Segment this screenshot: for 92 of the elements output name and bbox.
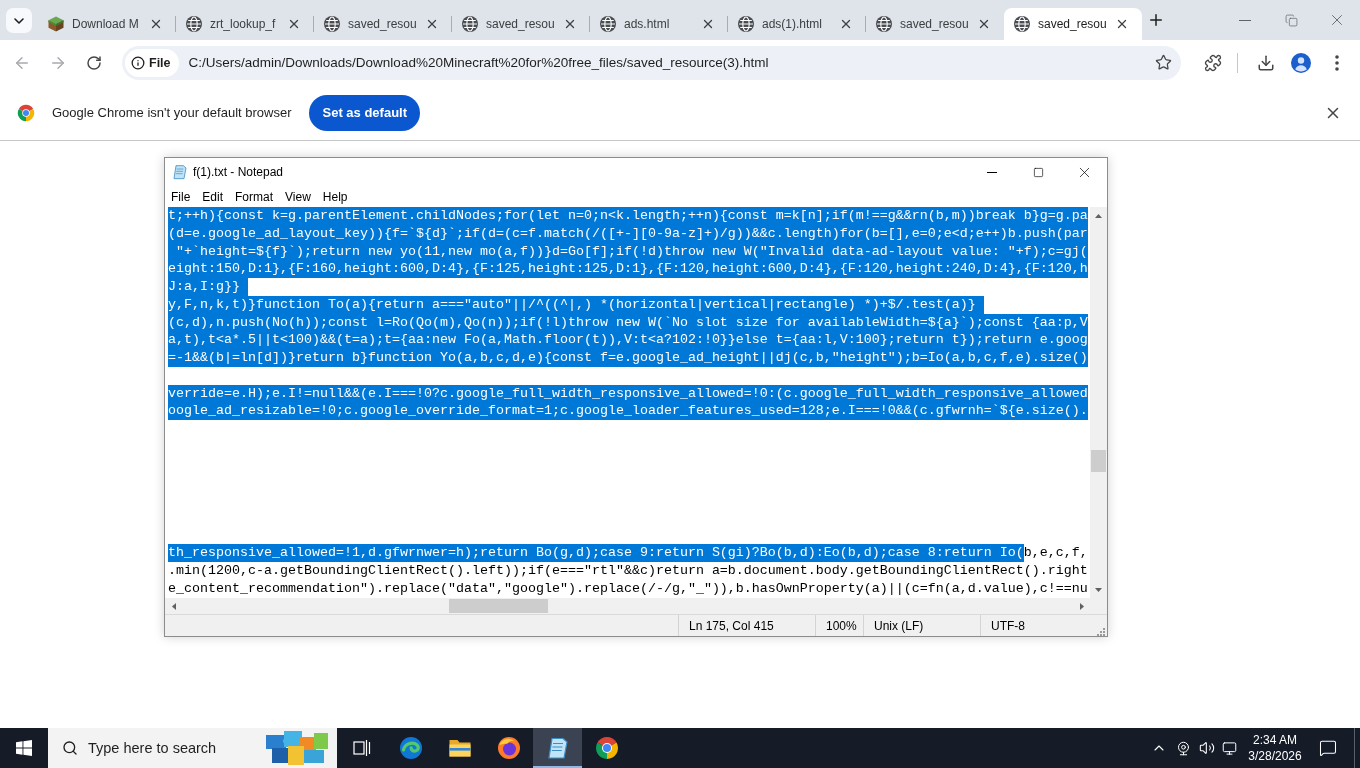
right-arrow-icon [1079, 602, 1084, 610]
globe-icon [1014, 16, 1030, 32]
flame-logo-icon [496, 736, 521, 760]
clock-time[interactable]: 2:34 AM [1253, 732, 1297, 748]
search-field[interactable]: Type here to search [88, 737, 260, 759]
message-icon [1319, 739, 1337, 757]
code-text: e_content_recommendation").replace("data","google").replace(/-/g,"_")),b.hasOwnProperty(a)||(c=fn(a,d.value),c!==nu [168, 579, 1088, 598]
menu-item[interactable]: Edit [196, 186, 230, 207]
close-icon [1115, 17, 1129, 31]
resize-grip-icon [1095, 626, 1105, 636]
code-text: oogle_ad_resizable=!0;c.google_override_format=1;c.google_loader_features_used=128;e.I===!0&&(c.gfwrnh=`${e.size(). [168, 402, 1088, 420]
browser-tab[interactable]: ads.html [590, 8, 728, 40]
up-arrow-icon [1095, 213, 1102, 218]
window-title: f(1).txt - Notepad [193, 165, 284, 179]
browser-tab[interactable]: saved_resou [866, 8, 1004, 40]
notepad-icon [172, 164, 188, 180]
grass-block-icon [48, 16, 64, 32]
close-icon [287, 17, 301, 31]
download-icon [1257, 53, 1275, 72]
maximize-icon [1032, 166, 1044, 178]
status-text: UTF-8 [980, 615, 1095, 636]
info-icon [131, 55, 145, 70]
speaker-icon [1198, 740, 1215, 756]
code-text: a,t),t<a*.5||t<100)&&(t=a);t={aa:new Fo(a,Math.floor(t)),V:t<a?102:!0}}else t={aa:l,V:100};return t});return e.goog [168, 331, 1088, 349]
code-text: verride=e.H);e.I!=null&&(e.I===!0?c.google_full_width_responsive_allowed=!0:(c.google_full_width_responsive_allowed [168, 384, 1088, 403]
swirl-logo-icon [398, 736, 423, 760]
left-arrow-icon [171, 602, 176, 610]
puzzle-pieces-icon [266, 731, 328, 765]
close-icon [977, 17, 991, 31]
code-text: th_responsive_allowed=!1,d.gfwrnwer=h);return Bo(g,d);case 9:return S(gi)?Bo(b,d):Eo(b,d);case 8:return Io( [168, 544, 1024, 562]
url-text: C:/Users/admin/Downloads/Download%20Minecraft%20for%20free_files/saved_resource(3).html [188, 55, 769, 70]
task-view-icon [352, 739, 371, 757]
menu-item[interactable]: File [165, 186, 197, 207]
close-icon [563, 17, 577, 31]
restore-icon [1284, 13, 1298, 27]
address-bar[interactable]: File C:/Users/admin/Downloads/Download%20Minecraft%20for%20free_files/saved_resource(3).html [122, 45, 1181, 80]
tab-list-button[interactable] [6, 8, 32, 33]
globe-icon [324, 16, 340, 32]
avatar-icon [1291, 52, 1311, 73]
code-text: J:a,I:g}} [168, 278, 248, 296]
code-text: t;++h){const k=g.parentElement.childNodes;for(let n=0;n<k.length;++n){const m=k[n];if(m!==g&&rn(b,m))break b}g=g.pa [168, 207, 1088, 225]
text-area[interactable] [165, 207, 1090, 598]
globe-icon [186, 16, 202, 32]
browser-tab[interactable]: saved_resou [1004, 8, 1142, 40]
puzzle-icon [1204, 53, 1222, 72]
close-icon [425, 17, 439, 31]
close-icon [839, 17, 853, 31]
scrollbar-thumb[interactable] [449, 599, 548, 613]
code-text: b,e,c,f, [1023, 544, 1088, 562]
menu-item[interactable]: Format [229, 186, 280, 207]
status-text: Unix (LF) [863, 615, 980, 636]
status-text: 100% [815, 615, 863, 636]
scrollbar-thumb[interactable] [1091, 450, 1106, 472]
status-text: Ln 175, Col 415 [678, 615, 815, 636]
browser-tab[interactable]: saved_resou [452, 8, 590, 40]
notepad-icon [545, 736, 570, 760]
minimize-icon [987, 171, 997, 173]
star-icon [1154, 54, 1172, 71]
menu-item[interactable]: View [279, 186, 317, 207]
minimize-icon [1239, 19, 1251, 21]
menu-item[interactable]: Help [316, 186, 354, 207]
set-default-button[interactable]: Set as default [309, 94, 420, 131]
browser-logo-icon [594, 736, 619, 760]
code-text: y,F,n,k,t)}function To(a){return a==="auto"||/^((^|,) *(horizontal|vertical|rectangle) *)+$/.test(a)} [168, 295, 984, 314]
globe-icon [462, 16, 478, 32]
site-info-button[interactable]: File [125, 48, 179, 77]
code-text: eight:150,D:1},{F:160,height:600,D:4},{F:125,height:125,D:1},{F:120,height:600,D:4},{F:120,height:240,D:4},{F:120,h [168, 260, 1088, 278]
start-logo-icon [16, 740, 32, 756]
search-icon [62, 740, 78, 756]
code-text: =-1&&(b|=ln[d])}return b}function Yo(a,b,c,d,e){const f=e.google_ad_height||dj(c,b,"height");b=Io(a,b,c,f,e).size() [168, 349, 1088, 367]
taskbar-app-button[interactable] [533, 728, 582, 768]
search-box[interactable]: Type here to search [48, 728, 337, 768]
monitor-icon [1221, 740, 1237, 756]
browser-logo-icon [17, 103, 35, 122]
globe-icon [738, 16, 754, 32]
code-text: .min(1200,c-a.getBoundingClientRect().left));if(e==="rtl"&&c)return a=b.document.body.getBoundingClientRect().right [168, 562, 1088, 580]
clock-date[interactable]: 3/28/2026 [1248, 748, 1302, 764]
browser-tab[interactable]: zrt_lookup_f [176, 8, 314, 40]
plus-icon [1147, 11, 1165, 29]
infobar-message: Google Chrome isn't your default browser [52, 105, 292, 120]
browser-tab[interactable]: saved_resou [314, 8, 452, 40]
globe-icon [600, 16, 616, 32]
close-icon [701, 17, 715, 31]
down-arrow-icon [1095, 587, 1102, 592]
webcam-icon [1175, 740, 1191, 756]
globe-icon [876, 16, 892, 32]
menu-icon [1335, 54, 1339, 71]
reload-icon [86, 54, 102, 71]
browser-tab[interactable]: Download M [38, 8, 176, 40]
browser-tab[interactable]: ads(1).html [728, 8, 866, 40]
code-text: (c,d),n.push(No(h));const l=Ro(Qo(m),Qo(n));if(!l)throw new W(`No slot size for availableWidth=${a}`);const {aa:p,V [168, 313, 1088, 332]
close-icon [149, 17, 163, 31]
